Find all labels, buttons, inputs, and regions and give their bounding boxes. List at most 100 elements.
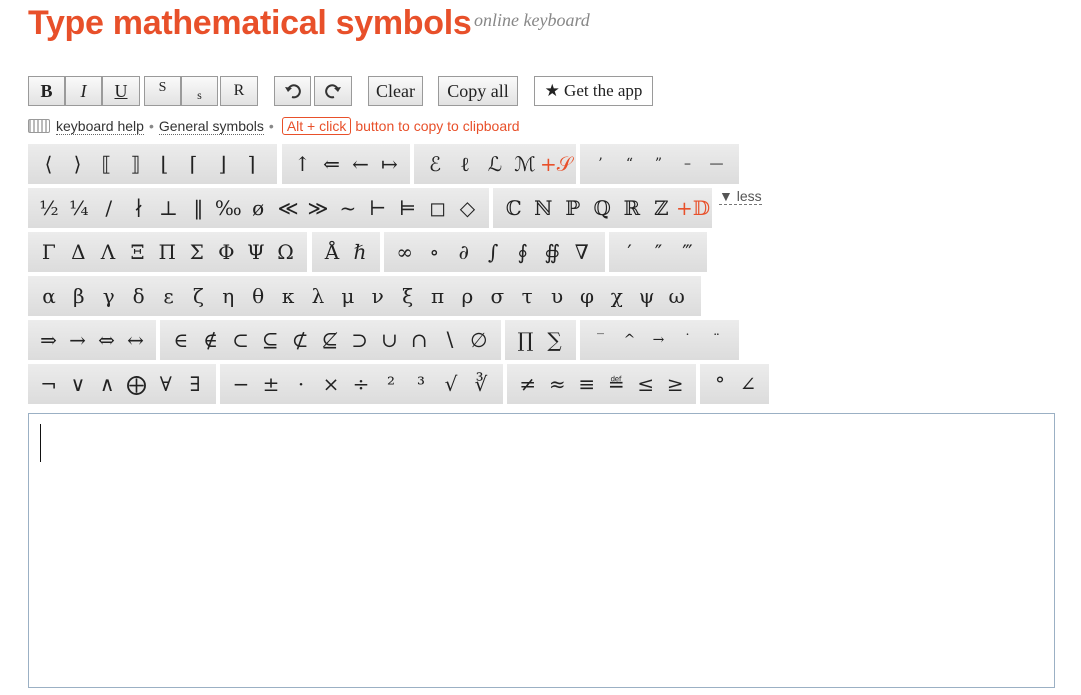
symbol-key[interactable]: ⌈: [179, 144, 208, 184]
symbol-key[interactable]: ∑: [540, 320, 569, 360]
symbol-key[interactable]: ˙: [673, 320, 702, 360]
symbol-key[interactable]: ⟩: [63, 144, 92, 184]
symbol-key[interactable]: √: [436, 364, 466, 404]
symbol-key[interactable]: ¬: [34, 364, 63, 404]
symbol-key[interactable]: ∧: [93, 364, 122, 404]
symbol-key[interactable]: ⟧: [121, 144, 150, 184]
symbol-key[interactable]: Π: [152, 232, 182, 272]
symbol-key[interactable]: ∩: [404, 320, 434, 360]
symbol-key[interactable]: ∇: [567, 232, 597, 272]
symbol-key[interactable]: χ: [602, 276, 632, 316]
redo-button[interactable]: [314, 76, 352, 106]
symbol-key[interactable]: ℒ: [480, 144, 510, 184]
symbol-key[interactable]: ℙ: [558, 188, 588, 228]
symbol-key[interactable]: Γ: [34, 232, 64, 272]
symbol-key[interactable]: ≥: [661, 364, 691, 404]
symbol-key[interactable]: ∠: [734, 364, 762, 404]
symbol-key[interactable]: ↦: [375, 144, 404, 184]
symbol-key[interactable]: ⌋: [208, 144, 237, 184]
superscript-button[interactable]: S: [144, 76, 181, 106]
symbol-key[interactable]: ∖: [434, 320, 464, 360]
symbol-key[interactable]: ζ: [183, 276, 213, 316]
symbol-key[interactable]: ∃: [180, 364, 209, 404]
symbol-key[interactable]: Φ: [212, 232, 242, 272]
symbol-key[interactable]: +𝒮: [540, 144, 572, 184]
reset-format-button[interactable]: R: [220, 76, 258, 106]
symbol-key[interactable]: ⊥: [154, 188, 184, 228]
symbol-key[interactable]: ′: [615, 232, 644, 272]
symbol-key[interactable]: ψ: [632, 276, 662, 316]
symbol-key[interactable]: Ξ: [123, 232, 153, 272]
symbol-key[interactable]: ⨁: [122, 364, 151, 404]
symbol-key[interactable]: ∞: [390, 232, 420, 272]
symbol-key[interactable]: ⇔: [92, 320, 121, 360]
symbol-key[interactable]: φ: [572, 276, 602, 316]
symbol-key[interactable]: ∛: [466, 364, 496, 404]
keyboard-help-link[interactable]: keyboard help: [56, 118, 144, 135]
symbol-key[interactable]: ∯: [538, 232, 568, 272]
symbol-key[interactable]: υ: [542, 276, 572, 316]
symbol-key[interactable]: ∂: [449, 232, 479, 272]
symbol-key[interactable]: ≤: [631, 364, 661, 404]
symbol-key[interactable]: →: [63, 320, 92, 360]
symbol-key[interactable]: ←: [346, 144, 375, 184]
symbol-key[interactable]: ∏: [511, 320, 540, 360]
symbol-key[interactable]: ″: [644, 232, 673, 272]
symbol-key[interactable]: ¨: [702, 320, 731, 360]
symbol-key[interactable]: /: [94, 188, 124, 228]
symbol-key[interactable]: Å: [318, 232, 346, 272]
symbol-key[interactable]: ’: [586, 144, 615, 184]
symbol-key[interactable]: +𝔻: [676, 188, 710, 228]
symbol-key[interactable]: ≪: [273, 188, 303, 228]
symbol-key[interactable]: Ψ: [241, 232, 271, 272]
symbol-key[interactable]: ∈: [166, 320, 196, 360]
symbol-key[interactable]: −: [226, 364, 256, 404]
symbol-key[interactable]: ∉: [196, 320, 226, 360]
symbol-key[interactable]: ◻: [423, 188, 453, 228]
symbol-key[interactable]: ¼: [64, 188, 94, 228]
symbol-key[interactable]: ⇐: [317, 144, 346, 184]
symbol-key[interactable]: ρ: [452, 276, 482, 316]
symbol-key[interactable]: ø: [243, 188, 273, 228]
symbol-key[interactable]: ·: [286, 364, 316, 404]
general-symbols-link[interactable]: General symbols: [158, 118, 264, 135]
symbol-key[interactable]: ⊄: [285, 320, 315, 360]
symbol-key[interactable]: Ω: [271, 232, 301, 272]
symbol-key[interactable]: α: [34, 276, 64, 316]
symbol-key[interactable]: ⊈: [315, 320, 345, 360]
math-text-editor[interactable]: [28, 413, 1055, 688]
less-toggle[interactable]: ▼ less: [719, 188, 762, 205]
symbol-key[interactable]: ⊂: [226, 320, 256, 360]
symbol-key[interactable]: ⟦: [92, 144, 121, 184]
symbol-key[interactable]: ²: [376, 364, 406, 404]
symbol-key[interactable]: ‰: [213, 188, 243, 228]
symbol-key[interactable]: Λ: [93, 232, 123, 272]
symbol-key[interactable]: η: [213, 276, 243, 316]
symbol-key[interactable]: β: [64, 276, 94, 316]
symbol-key[interactable]: Δ: [64, 232, 94, 272]
get-app-button[interactable]: ★ Get the app: [534, 76, 653, 106]
symbol-key[interactable]: ν: [363, 276, 393, 316]
symbol-key[interactable]: ℳ: [510, 144, 540, 184]
italic-button[interactable]: I: [65, 76, 102, 106]
symbol-key[interactable]: ³: [406, 364, 436, 404]
symbol-key[interactable]: ∤: [124, 188, 154, 228]
symbol-key[interactable]: ½: [34, 188, 64, 228]
symbol-key[interactable]: μ: [333, 276, 363, 316]
symbol-key[interactable]: ≠: [513, 364, 543, 404]
undo-button[interactable]: [274, 76, 311, 106]
symbol-key[interactable]: ”: [644, 144, 673, 184]
symbol-key[interactable]: ◇: [452, 188, 482, 228]
less-label[interactable]: ▼ less: [719, 188, 762, 205]
symbol-key[interactable]: ⊆: [255, 320, 285, 360]
symbol-key[interactable]: ⊃: [345, 320, 375, 360]
symbol-key[interactable]: ↔: [121, 320, 150, 360]
symbol-key[interactable]: ⌊: [150, 144, 179, 184]
symbol-key[interactable]: ⌉: [237, 144, 266, 184]
subscript-button[interactable]: s: [181, 76, 218, 106]
symbol-key[interactable]: ≝: [602, 364, 632, 404]
symbol-key[interactable]: ×: [316, 364, 346, 404]
symbol-key[interactable]: →: [644, 320, 673, 360]
symbol-key[interactable]: ‖: [183, 188, 213, 228]
symbol-key[interactable]: ≡: [572, 364, 602, 404]
